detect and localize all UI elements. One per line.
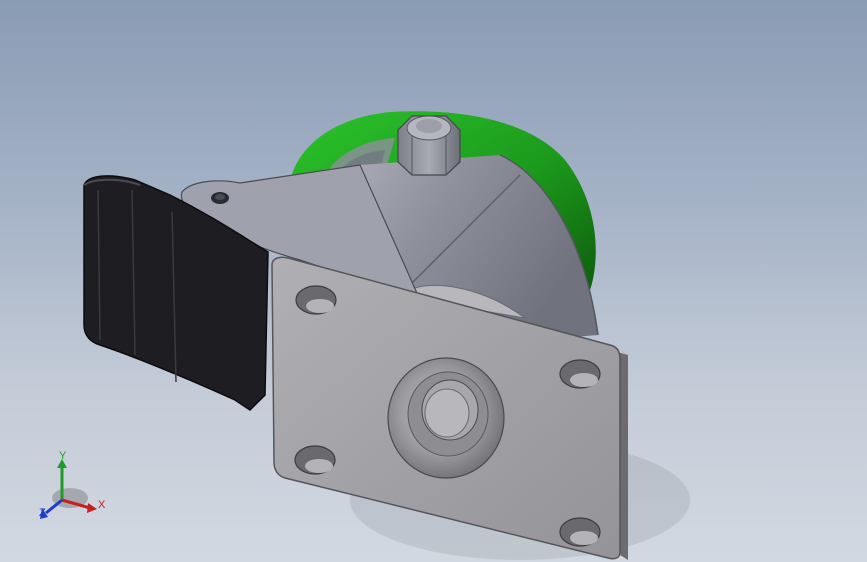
orientation-triad[interactable]: Y X Z [39,450,106,519]
mounting-slot [294,445,336,475]
mounting-slot [559,359,601,389]
x-axis-label: X [98,499,106,511]
cad-model-view[interactable]: Y X Z [0,0,867,562]
y-axis-label: Y [59,450,67,462]
z-axis-label: Z [39,507,46,519]
mounting-slot [559,517,601,547]
center-boss [387,357,505,479]
mounting-slot [295,285,337,315]
king-pin-nut[interactable] [397,115,461,176]
graphics-viewport[interactable]: Y X Z [0,0,867,562]
